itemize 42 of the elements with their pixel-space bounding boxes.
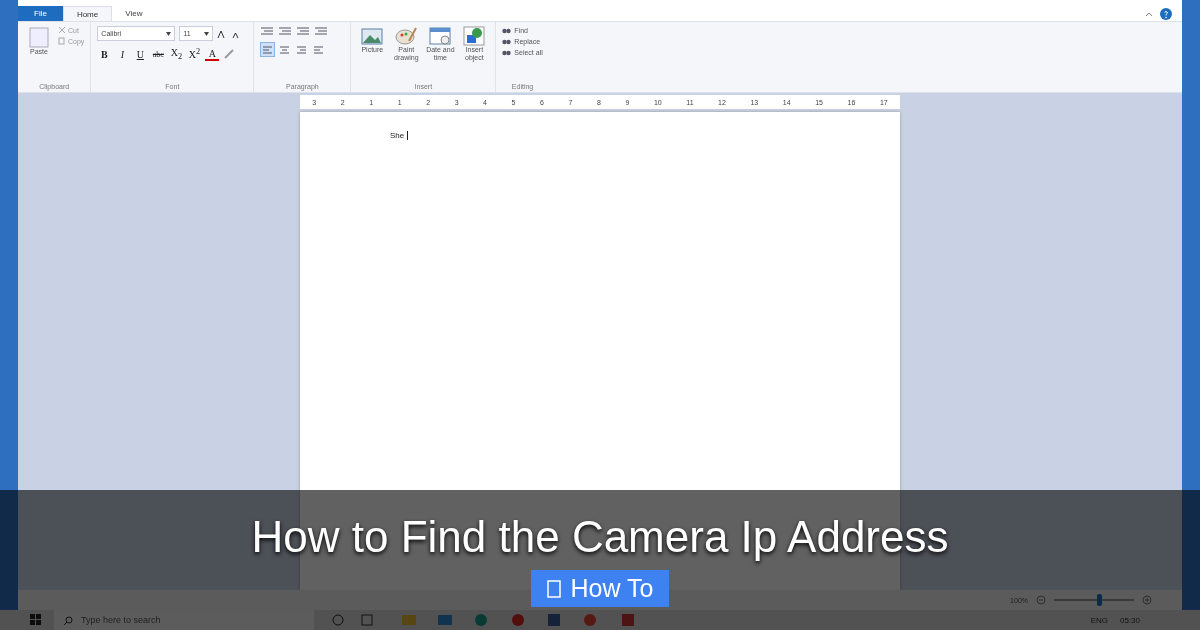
zoom-out-icon[interactable] (1036, 595, 1046, 605)
slider-thumb[interactable] (1097, 594, 1103, 606)
square-icon (546, 578, 561, 599)
format-button[interactable]: U (133, 48, 148, 60)
binoculars-icon (502, 26, 512, 34)
list-icon[interactable] (314, 26, 329, 36)
category-button[interactable]: How To (530, 570, 670, 607)
landscape-icon (361, 26, 384, 46)
binoculars-icon (502, 37, 512, 45)
document-text: She (390, 131, 409, 140)
calendar-icon (429, 26, 452, 46)
list-icon[interactable] (296, 26, 311, 36)
align-icon (263, 45, 273, 54)
search-icon (64, 615, 73, 625)
help-icon[interactable] (1160, 7, 1172, 20)
caret-icon (166, 31, 172, 36)
format-button[interactable]: abc (151, 49, 166, 59)
format-button[interactable]: I (115, 48, 130, 60)
caption-title: How to Find the Camera Ip Address (251, 512, 949, 562)
ribbon-tab[interactable]: View (112, 6, 156, 21)
align-icon (297, 45, 307, 54)
object-icon (463, 26, 486, 46)
list-icon[interactable] (260, 26, 275, 36)
align-icon (280, 45, 290, 54)
ribbon-tab[interactable]: Home (62, 6, 113, 21)
zoom-in-icon[interactable] (1142, 595, 1152, 605)
format-button[interactable]: A (205, 47, 220, 61)
copy-icon (58, 37, 66, 45)
caret-icon (204, 31, 210, 36)
align-button[interactable] (260, 42, 276, 57)
palette-icon (395, 26, 418, 46)
file-tab[interactable]: File (18, 6, 63, 21)
binoculars-icon (502, 48, 512, 56)
list-icon[interactable] (278, 26, 293, 36)
scissors-icon (58, 26, 66, 34)
align-icon (314, 45, 324, 54)
format-button[interactable]: B (97, 48, 112, 60)
clipboard-icon (29, 26, 49, 48)
format-button[interactable]: X$^{2}$ (187, 47, 202, 61)
highlighter-icon[interactable] (223, 49, 236, 59)
format-button[interactable]: X$_{2}$ (169, 47, 184, 61)
windows-icon[interactable] (30, 614, 42, 626)
